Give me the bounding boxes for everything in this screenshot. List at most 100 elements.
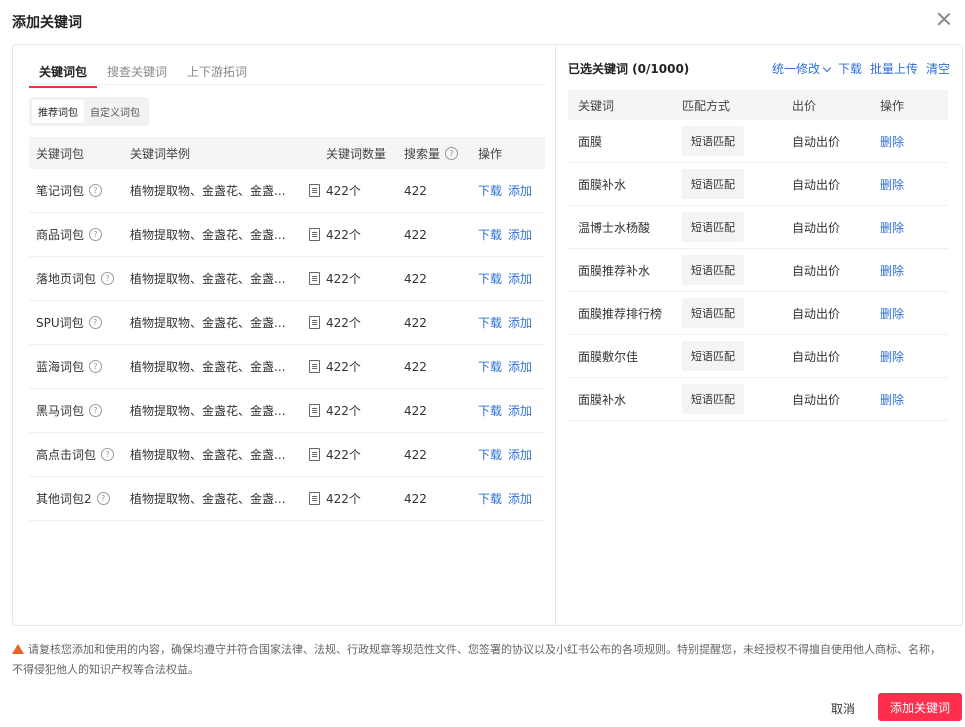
view-list-icon[interactable] <box>309 492 320 505</box>
keyword-count: 422个 <box>326 316 361 330</box>
delete-link[interactable]: 删除 <box>880 350 904 364</box>
tab-divider <box>29 84 546 85</box>
row-actions: 删除 <box>880 348 948 365</box>
row-actions: 删除 <box>880 305 948 322</box>
view-list-icon[interactable] <box>309 228 320 241</box>
download-link[interactable]: 下载 <box>478 226 502 243</box>
help-icon[interactable]: ? <box>89 360 103 373</box>
keyword-text: 面膜敷尔佳 <box>578 349 639 364</box>
examples-cell: 植物提取物、金盏花、金盏... <box>130 402 326 419</box>
keyword-examples: 植物提取物、金盏花、金盏... <box>130 228 286 242</box>
download-link[interactable]: 下载 <box>478 314 502 331</box>
package-name: 落地页词包 <box>36 272 97 286</box>
keyword-count: 422个 <box>326 184 361 198</box>
table-header: 关键词包 关键词举例 关键词数量 搜索量? 操作 <box>29 137 545 169</box>
bulk-upload-link[interactable]: 批量上传 <box>870 60 918 77</box>
match-type-select[interactable]: 短语匹配 <box>682 255 744 285</box>
row-actions: 下载 添加 <box>478 402 545 419</box>
table-row: 面膜敷尔佳 短语匹配 自动出价 删除 <box>568 335 948 378</box>
download-link[interactable]: 下载 <box>478 270 502 287</box>
download-all-link[interactable]: 下载 <box>838 60 862 77</box>
table-row: SPU词包? 植物提取物、金盏花、金盏... 422个 422 下载 添加 <box>29 301 545 345</box>
cancel-button[interactable]: 取消 <box>818 694 868 722</box>
row-actions: 删除 <box>880 219 948 236</box>
package-name-cell: 高点击词包? <box>29 446 130 463</box>
keyword-examples: 植物提取物、金盏花、金盏... <box>130 404 286 418</box>
examples-cell: 植物提取物、金盏花、金盏... <box>130 270 326 287</box>
download-link[interactable]: 下载 <box>478 182 502 199</box>
warning-icon <box>12 644 24 654</box>
view-list-icon[interactable] <box>309 272 320 285</box>
keyword-examples: 植物提取物、金盏花、金盏... <box>130 316 286 330</box>
delete-link[interactable]: 删除 <box>880 393 904 407</box>
row-actions: 下载 添加 <box>478 490 545 507</box>
view-list-icon[interactable] <box>309 316 320 329</box>
delete-link[interactable]: 删除 <box>880 307 904 321</box>
clear-link[interactable]: 清空 <box>926 60 950 77</box>
view-list-icon[interactable] <box>309 404 320 417</box>
row-actions: 下载 添加 <box>478 270 545 287</box>
add-link[interactable]: 添加 <box>508 358 532 375</box>
help-icon[interactable]: ? <box>89 184 103 197</box>
add-link[interactable]: 添加 <box>508 446 532 463</box>
delete-link[interactable]: 删除 <box>880 221 904 235</box>
match-type-select[interactable]: 短语匹配 <box>682 212 744 242</box>
keyword-count: 422个 <box>326 228 361 242</box>
examples-cell: 植物提取物、金盏花、金盏... <box>130 314 326 331</box>
match-type-select[interactable]: 短语匹配 <box>682 126 744 156</box>
header-bid: 出价 <box>792 98 817 113</box>
download-link[interactable]: 下载 <box>478 446 502 463</box>
header-volume: 搜索量? <box>404 145 478 162</box>
keyword-examples: 植物提取物、金盏花、金盏... <box>130 360 286 374</box>
segment-custom[interactable]: 自定义词包 <box>84 100 146 123</box>
table-row: 面膜推荐排行榜 短语匹配 自动出价 删除 <box>568 292 948 335</box>
bulk-edit-label: 统一修改 <box>771 62 820 76</box>
view-list-icon[interactable] <box>309 448 320 461</box>
add-link[interactable]: 添加 <box>508 490 532 507</box>
delete-link[interactable]: 删除 <box>880 264 904 278</box>
download-link[interactable]: 下载 <box>478 490 502 507</box>
help-icon[interactable]: ? <box>445 146 459 160</box>
keyword-package-panel: 关键词包 搜查关键词 上下游拓词 推荐词包 自定义词包 关键词包 关键词举例 关… <box>13 45 556 625</box>
download-link[interactable]: 下载 <box>478 358 502 375</box>
help-icon[interactable]: ? <box>88 316 102 329</box>
help-icon[interactable]: ? <box>101 272 115 285</box>
help-icon[interactable]: ? <box>101 448 115 461</box>
delete-link[interactable]: 删除 <box>880 135 904 149</box>
keyword-examples: 植物提取物、金盏花、金盏... <box>130 448 286 462</box>
add-link[interactable]: 添加 <box>508 402 532 419</box>
row-actions: 下载 添加 <box>478 314 545 331</box>
bulk-edit-dropdown[interactable]: 统一修改 <box>771 60 832 77</box>
view-list-icon[interactable] <box>309 360 320 373</box>
view-list-icon[interactable] <box>309 184 320 197</box>
add-link[interactable]: 添加 <box>508 314 532 331</box>
help-icon[interactable]: ? <box>89 404 103 417</box>
table-row: 黑马词包? 植物提取物、金盏花、金盏... 422个 422 下载 添加 <box>29 389 545 433</box>
examples-cell: 植物提取物、金盏花、金盏... <box>130 182 326 199</box>
header-volume-label: 搜索量 <box>404 146 441 161</box>
match-type-select[interactable]: 短语匹配 <box>682 384 744 414</box>
package-table: 关键词包 关键词举例 关键词数量 搜索量? 操作 笔记词包? 植物提取物、金盏花、… <box>29 137 545 521</box>
bid-value: 自动出价 <box>792 392 841 407</box>
add-keyword-button[interactable]: 添加关键词 <box>878 693 962 721</box>
match-type-select[interactable]: 短语匹配 <box>682 341 744 371</box>
header-package: 关键词包 <box>36 146 85 161</box>
add-link[interactable]: 添加 <box>508 182 532 199</box>
add-link[interactable]: 添加 <box>508 270 532 287</box>
bid-value: 自动出价 <box>792 220 841 235</box>
close-icon[interactable] <box>935 10 953 28</box>
chevron-down-icon <box>822 63 832 73</box>
package-name: 其他词包2 <box>36 492 92 506</box>
match-type-select[interactable]: 短语匹配 <box>682 298 744 328</box>
add-link[interactable]: 添加 <box>508 226 532 243</box>
delete-link[interactable]: 删除 <box>880 178 904 192</box>
help-icon[interactable]: ? <box>89 228 103 241</box>
download-link[interactable]: 下载 <box>478 402 502 419</box>
bid-value: 自动出价 <box>792 306 841 321</box>
package-name: 黑马词包 <box>36 404 85 418</box>
help-icon[interactable]: ? <box>96 492 110 505</box>
package-name: 笔记词包 <box>36 184 85 198</box>
segment-recommended[interactable]: 推荐词包 <box>32 100 84 123</box>
header-count: 关键词数量 <box>326 146 387 161</box>
match-type-select[interactable]: 短语匹配 <box>682 169 744 199</box>
